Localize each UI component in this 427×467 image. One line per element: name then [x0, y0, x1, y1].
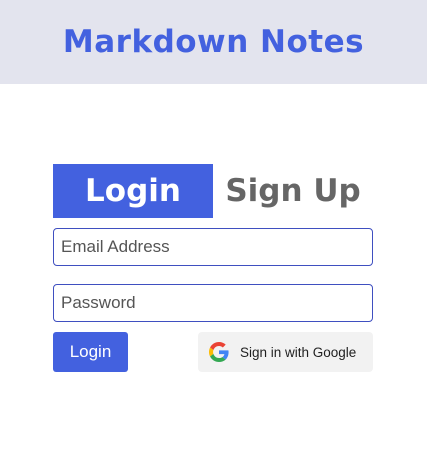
google-sign-in-label: Sign in with Google	[240, 344, 357, 360]
app-header: Markdown Notes	[0, 0, 427, 84]
tab-sign-up[interactable]: Sign Up	[213, 164, 373, 218]
google-logo-icon	[209, 342, 229, 362]
auth-tabs: Login Sign Up	[53, 164, 373, 218]
email-field[interactable]	[53, 228, 373, 266]
app-title: Markdown Notes	[62, 24, 365, 60]
tab-login[interactable]: Login	[53, 164, 213, 218]
google-sign-in-button[interactable]: Sign in with Google	[198, 332, 373, 372]
password-field[interactable]	[53, 284, 373, 322]
login-button[interactable]: Login	[53, 332, 128, 372]
